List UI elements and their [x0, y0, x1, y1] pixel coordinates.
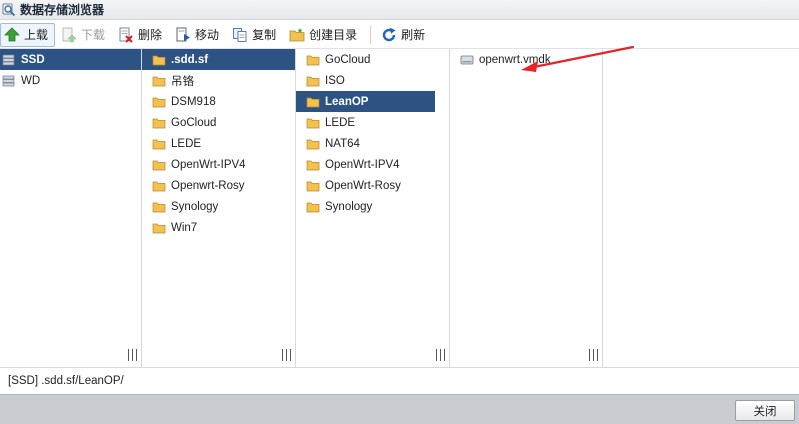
copy-button[interactable]: 复制	[228, 23, 283, 47]
new-folder-icon	[289, 27, 305, 41]
disk-file-icon	[460, 55, 474, 64]
current-path: [SSD] .sdd.sf/LeanOP/	[8, 375, 124, 387]
folder-item[interactable]: DSM918	[142, 91, 295, 112]
folder-item[interactable]: ISO	[296, 70, 449, 91]
upload-icon	[4, 26, 20, 41]
dialog-footer: 关闭	[0, 394, 799, 424]
toolbar-separator	[370, 25, 372, 44]
folder-icon	[306, 160, 320, 170]
folder-item[interactable]: LEDE	[142, 133, 295, 154]
title-bar: 数据存储浏览器	[0, 0, 799, 20]
refresh-button[interactable]: 刷新	[377, 23, 432, 47]
folder-icon	[306, 202, 320, 212]
toolbar: 上载 下载 删除 移动 复制 创建目录 刷新	[0, 21, 799, 49]
upload-button[interactable]: 上载	[0, 22, 56, 47]
folder-item[interactable]: Synology	[142, 196, 295, 217]
folder-icon	[306, 55, 320, 65]
folder-item[interactable]: Openwrt-Rosy	[142, 175, 295, 196]
column-resize-handle[interactable]	[282, 349, 291, 361]
close-button[interactable]: 关闭	[735, 400, 795, 421]
column-datastores: SSD WD	[0, 49, 142, 367]
column-resize-handle[interactable]	[436, 349, 445, 361]
file-item[interactable]: openwrt.vmdk	[450, 49, 602, 70]
datastore-item[interactable]: SSD	[0, 49, 141, 70]
folder-item[interactable]: LEDE	[296, 112, 449, 133]
folder-icon	[152, 181, 166, 191]
folder-item[interactable]: Synology	[296, 196, 449, 217]
folder-item[interactable]: 吊铬	[142, 70, 295, 91]
folder-icon	[152, 202, 166, 212]
datastore-icon	[2, 54, 15, 65]
folder-item[interactable]: OpenWrt-Rosy	[296, 175, 449, 196]
folder-icon	[152, 76, 166, 86]
folder-icon	[152, 160, 166, 170]
column-folders-level2: GoCloud ISO LeanOP LEDE NAT64 OpenWrt-IP…	[296, 49, 450, 367]
column-empty	[603, 49, 799, 367]
folder-item[interactable]: OpenWrt-IPV4	[296, 154, 449, 175]
datastore-icon	[2, 75, 15, 86]
folder-icon	[306, 181, 320, 191]
current-path-bar: [SSD] .sdd.sf/LeanOP/	[0, 367, 799, 394]
folder-icon	[306, 97, 320, 107]
folder-item[interactable]: Win7	[142, 217, 295, 238]
refresh-icon	[382, 27, 396, 41]
folder-item[interactable]: LeanOP	[296, 91, 435, 112]
download-button[interactable]: 下载	[57, 23, 112, 47]
create-directory-button[interactable]: 创建目录	[285, 23, 364, 47]
datastore-browser-icon	[2, 3, 16, 16]
copy-icon	[233, 27, 247, 42]
move-icon	[176, 27, 191, 41]
folder-item[interactable]: GoCloud	[142, 112, 295, 133]
download-icon	[62, 27, 77, 42]
datastore-item[interactable]: WD	[0, 70, 141, 91]
delete-button[interactable]: 删除	[114, 23, 169, 47]
folder-icon	[152, 55, 166, 65]
folder-icon	[306, 76, 320, 86]
folder-icon	[152, 97, 166, 107]
move-button[interactable]: 移动	[171, 23, 226, 47]
window-title: 数据存储浏览器	[20, 3, 105, 17]
folder-icon	[152, 139, 166, 149]
column-resize-handle[interactable]	[589, 349, 598, 361]
column-folders-level1: .sdd.sf 吊铬 DSM918 GoCloud LEDE OpenWrt-I…	[142, 49, 296, 367]
folder-item[interactable]: GoCloud	[296, 49, 449, 70]
folder-icon	[306, 139, 320, 149]
folder-item[interactable]: NAT64	[296, 133, 449, 154]
delete-icon	[119, 27, 133, 43]
folder-icon	[152, 223, 166, 233]
file-browser-columns: SSD WD .sdd.sf 吊铬 DSM918 GoCloud LEDE Op…	[0, 49, 799, 367]
folder-item[interactable]: .sdd.sf	[142, 49, 295, 70]
column-files: openwrt.vmdk	[450, 49, 603, 367]
column-resize-handle[interactable]	[128, 349, 137, 361]
folder-item[interactable]: OpenWrt-IPV4	[142, 154, 295, 175]
folder-icon	[306, 118, 320, 128]
folder-icon	[152, 118, 166, 128]
